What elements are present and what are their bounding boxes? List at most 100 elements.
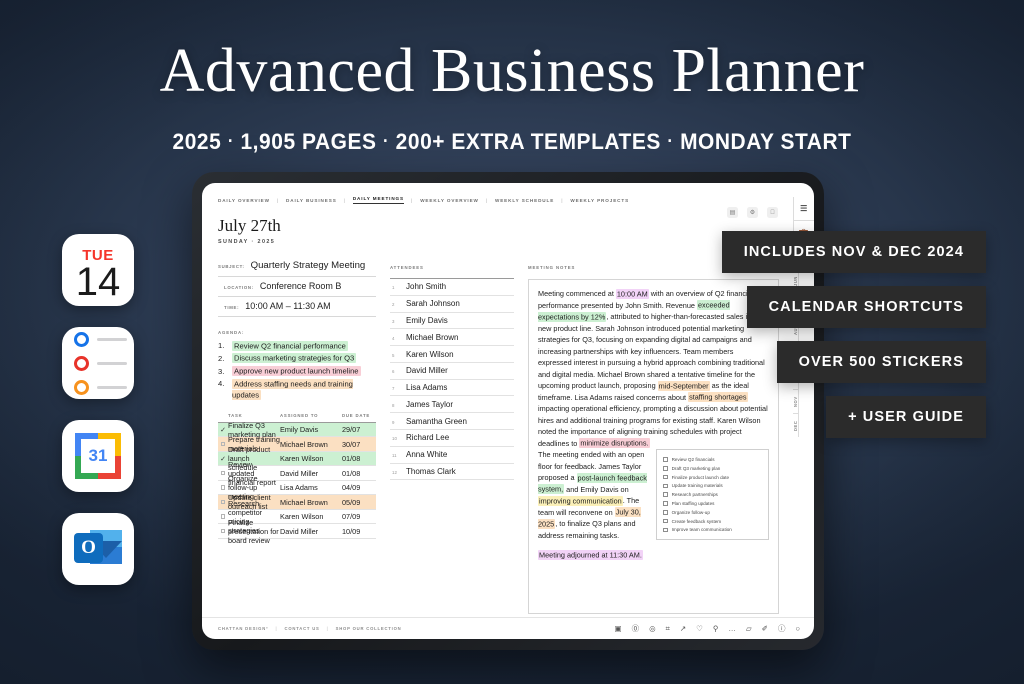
task-checked-icon[interactable]: ✓ [218, 455, 228, 463]
attendee-row[interactable]: 3 Emily Davis [390, 313, 514, 330]
checklist-item[interactable]: Improve team communication [663, 525, 762, 534]
field-location-value: Conference Room B [259, 281, 342, 291]
footer-link[interactable]: CHATTAN DESIGN° [218, 626, 269, 631]
checklist-item[interactable]: Draft Q3 marketing plan [663, 464, 762, 473]
task-checkbox-icon[interactable] [218, 441, 228, 447]
agenda-item-number: 1. [218, 341, 225, 350]
task-checkbox-icon[interactable] [218, 528, 228, 534]
footer-tool-icon-5[interactable]: ♡ [696, 624, 703, 633]
checkbox-icon[interactable] [663, 492, 668, 498]
microsoft-outlook-icon[interactable]: O [62, 513, 134, 585]
mini-icon-apple[interactable]:  [767, 207, 778, 218]
footer-link[interactable]: CONTACT US [285, 626, 320, 631]
feature-badge: + USER GUIDE [826, 396, 986, 438]
notes-highlight: 10:00 AM [615, 288, 649, 299]
attendee-row[interactable]: 12 Thomas Clark [390, 464, 514, 481]
checklist-item[interactable]: Finalize product launch date [663, 473, 762, 482]
task-checkbox-icon[interactable] [218, 514, 228, 519]
field-time[interactable]: TIME: 10:00 AM – 11:30 AM [218, 297, 376, 317]
footer-tool-icon-6[interactable]: ⚲ [713, 624, 719, 633]
checklist-item[interactable]: Create feedback system [663, 517, 762, 526]
footer-tool-icon-11[interactable]: ○ [795, 624, 800, 633]
checkbox-icon[interactable] [663, 501, 668, 506]
apple-calendar-day: 14 [75, 259, 121, 304]
agenda-item[interactable]: 2. Discuss marketing strategies for Q3 [218, 353, 376, 365]
footer-tool-icon-9[interactable]: ✐ [762, 624, 768, 633]
topnav-separator: | [343, 197, 346, 203]
footer-tool-icon-10[interactable]: ⓘ [778, 623, 786, 634]
task-assignee: Karen Wilson [280, 512, 324, 522]
hero-section: Advanced Business Planner 2025 · 1,905 PAG… [0, 0, 1024, 155]
topnav-item-weekly-overview[interactable]: WEEKLY OVERVIEW [420, 198, 479, 203]
notes-highlight: mid-September [657, 380, 710, 391]
menu-hamburger-icon[interactable]: ☰ [793, 197, 814, 221]
task-checkbox-icon[interactable] [218, 499, 228, 505]
agenda-item-number: 2. [218, 353, 225, 363]
attendee-row[interactable]: 11 Anna White [390, 447, 514, 464]
field-location-label: LOCATION: [224, 285, 254, 290]
checklist-item[interactable]: Organize follow-up [663, 508, 762, 517]
checkbox-icon[interactable] [663, 527, 668, 533]
table-row[interactable]: Finalize presentation for board review Da… [218, 518, 376, 545]
checklist-item-label: Update training materials [671, 483, 723, 489]
topnav-item-weekly-projects[interactable]: WEEKLY PROJECTS [570, 198, 629, 203]
agenda-item[interactable]: 4. Address staffing needs and training up… [218, 378, 376, 401]
footer-tool-icon-4[interactable]: ↗ [680, 624, 686, 633]
attendee-row[interactable]: 8 James Taylor [390, 396, 514, 414]
attendee-row[interactable]: 4 Michael Brown [390, 329, 514, 347]
mini-icon-settings[interactable]: ⚙ [747, 207, 758, 218]
attendee-index: 10 [392, 436, 397, 442]
topnav-item-daily-meetings[interactable]: DAILY MEETINGS [352, 196, 404, 204]
checklist-item[interactable]: Plan staffing updates [663, 499, 762, 508]
apple-reminders-icon[interactable] [62, 327, 134, 399]
attendee-index: 3 [392, 318, 395, 324]
footer-tool-icon-3[interactable]: ⌗ [666, 624, 670, 634]
meeting-notes-lower: The meeting ended with an open floor for… [538, 449, 769, 561]
footer-tool-icon-0[interactable]: ▣ [614, 624, 621, 633]
field-subject-value: Quarterly Strategy Meeting [250, 260, 366, 271]
meeting-notes-paragraph-2: The meeting ended with an open floor for… [538, 449, 648, 541]
google-calendar-icon[interactable]: 31 [62, 420, 134, 492]
task-checkbox-icon[interactable] [218, 470, 228, 476]
checkbox-icon[interactable] [663, 510, 668, 515]
topnav-item-weekly-schedule[interactable]: WEEKLY SCHEDULE [495, 198, 554, 203]
mini-icon-planner[interactable]: ▤ [727, 207, 738, 218]
checkbox-icon[interactable] [663, 518, 668, 524]
date-subtitle: SUNDAY · 2025 [218, 239, 276, 245]
reminder-line [96, 337, 127, 341]
apple-calendar-icon[interactable]: TUE 14 [62, 234, 134, 306]
task-checked-icon[interactable]: ✓ [218, 426, 228, 434]
checklist-item[interactable]: Review Q2 financials [663, 455, 762, 464]
footer-tool-icon-7[interactable]: … [728, 624, 736, 633]
agenda-item-text: Address staffing needs and training upda… [232, 378, 353, 400]
agenda-item[interactable]: 1. Review Q2 financial performance [218, 340, 376, 352]
reminder-line [96, 385, 127, 389]
checklist-item[interactable]: Research partnerships [663, 490, 762, 499]
attendee-row[interactable]: 10 Richard Lee [390, 430, 514, 447]
task-due-date: 01/08 [342, 454, 361, 464]
attendee-row[interactable]: 6 David Miller [390, 363, 514, 380]
topnav-item-daily-business[interactable]: DAILY BUSINESS [286, 198, 337, 203]
footer-tool-icon-1[interactable]: ⓪ [632, 623, 640, 634]
attendee-row[interactable]: 5 Karen Wilson [390, 346, 514, 363]
attendee-row[interactable]: 9 Samantha Green [390, 413, 514, 431]
footer-links: CHATTAN DESIGN° | CONTACT US | SHOP OUR COLL… [218, 626, 401, 631]
agenda-item[interactable]: 3. Approve new product launch timeline [218, 366, 376, 378]
footer-tool-icon-2[interactable]: ◎ [649, 624, 656, 633]
attendee-row[interactable]: 7 Lisa Adams [390, 380, 514, 397]
field-subject[interactable]: SUBJECT: Quarterly Strategy Meeting [218, 256, 376, 277]
outlook-letter-o: O [74, 533, 103, 563]
footer-link[interactable]: SHOP OUR COLLECTION [336, 626, 402, 631]
field-location[interactable]: LOCATION: Conference Room B [218, 277, 376, 297]
attendee-row[interactable]: 2 Sarah Johnson [390, 296, 514, 313]
checklist-item[interactable]: Update training materials [663, 482, 762, 491]
task-checkbox-icon[interactable] [218, 485, 228, 490]
checkbox-icon[interactable] [663, 483, 668, 489]
checkbox-icon[interactable] [663, 457, 668, 462]
topnav-item-daily-overview[interactable]: DAILY OVERVIEW [218, 198, 270, 203]
checkbox-icon[interactable] [663, 474, 668, 480]
checkbox-icon[interactable] [663, 466, 668, 471]
attendee-row[interactable]: 1 John Smith [390, 279, 514, 296]
footer-tool-icon-8[interactable]: ▱ [746, 624, 752, 633]
task-assignee: Michael Brown [280, 439, 328, 449]
